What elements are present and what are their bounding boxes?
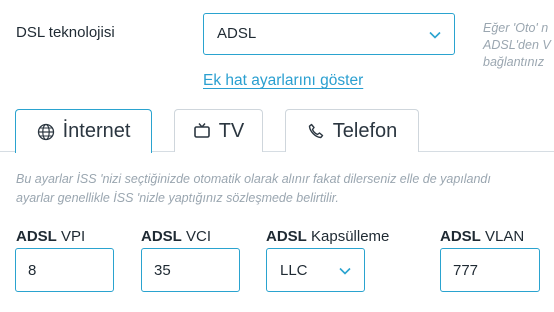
encapsulation-value: LLC [280,262,308,279]
vci-label: ADSL VCI [141,228,211,245]
hint-line: ADSL'den V [483,38,551,52]
dsl-technology-label: DSL teknolojisi [16,24,115,41]
globe-icon [37,123,54,140]
dsl-technology-value: ADSL [217,25,257,42]
tab-internet[interactable]: İnternet [15,109,152,153]
vpi-input[interactable] [15,248,114,292]
encapsulation-select[interactable]: LLC [266,248,365,292]
dsl-technology-select[interactable]: ADSL [203,13,455,55]
settings-info-text: Bu ayarlar İSS 'nizi seçtiğinizde otomat… [16,170,554,208]
chevron-down-icon [429,31,441,39]
tab-telefon-label: Telefon [332,119,398,142]
tab-tv-label: TV [218,119,245,142]
tab-internet-label: İnternet [62,120,131,142]
hint-line: Eğer 'Oto' n [483,21,549,35]
vlan-label: ADSL VLAN [440,228,524,245]
info-line: Bu ayarlar İSS 'nizi seçtiğinizde otomat… [16,172,491,186]
tv-icon [193,123,210,138]
vlan-label-text: VLAN [480,228,525,245]
hint-line: bağlantınız [483,55,545,69]
vpi-label-text: VPI [56,228,86,245]
chevron-down-icon [339,267,351,275]
vpi-label: ADSL VPI [16,228,85,245]
encapsulation-label-text: Kapsülleme [306,228,390,245]
encapsulation-label: ADSL Kapsülleme [266,228,389,245]
vci-label-text: VCI [181,228,212,245]
vci-label-prefix: ADSL [141,228,182,245]
vpi-label-prefix: ADSL [16,228,57,245]
vci-input[interactable] [141,248,240,292]
encapsulation-label-prefix: ADSL [266,228,307,245]
tab-tv[interactable]: TV [174,109,263,152]
vlan-input[interactable] [440,248,540,292]
phone-icon [308,123,323,139]
vlan-label-prefix: ADSL [440,228,481,245]
dsl-technology-hint: Eğer 'Oto' n ADSL'den V bağlantınız [483,20,554,71]
info-line: ayarlar genellikle İSS 'nizle yaptığınız… [16,191,339,205]
tab-telefon[interactable]: Telefon [285,109,419,152]
show-advanced-line-settings-link[interactable]: Ek hat ayarlarını göster [203,72,363,90]
